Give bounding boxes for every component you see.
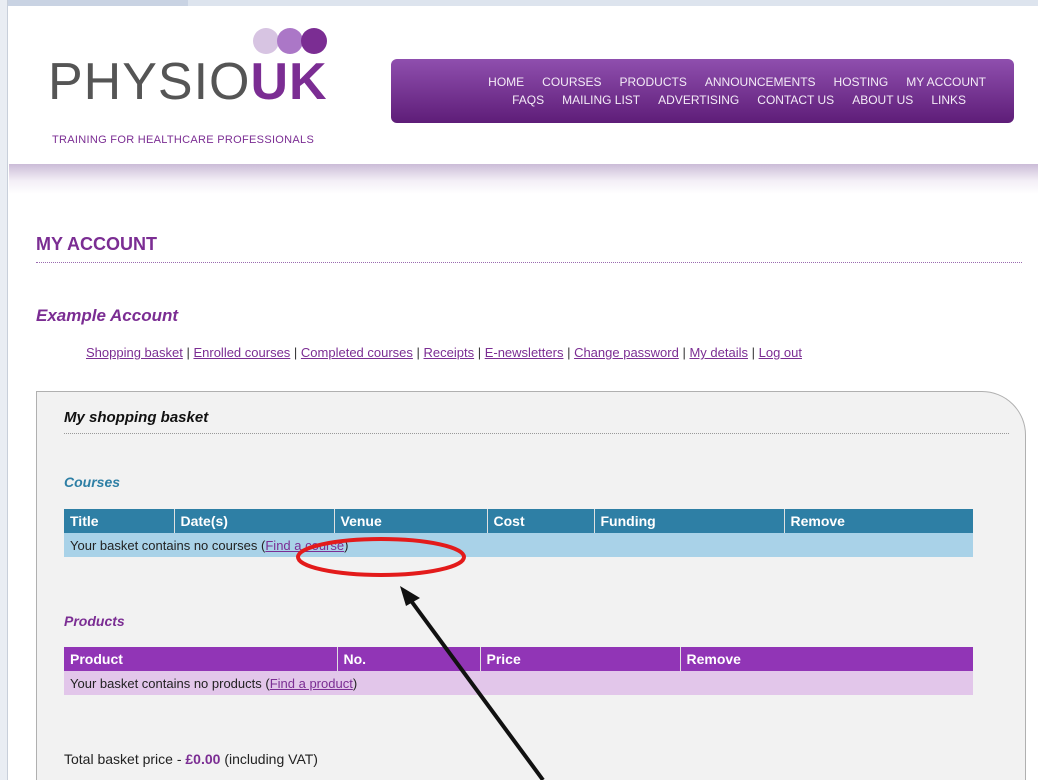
total-label: Total basket price -	[64, 751, 186, 767]
nav-faqs[interactable]: FAQS	[512, 93, 544, 111]
main-navigation: HOME COURSES PRODUCTS ANNOUNCEMENTS HOST…	[391, 59, 1014, 123]
products-section-label: Products	[64, 613, 125, 629]
nav-my-account[interactable]: MY ACCOUNT	[906, 75, 986, 93]
account-links-bar: Shopping basket | Enrolled courses | Com…	[86, 345, 802, 360]
total-amount: £0.00	[185, 751, 221, 767]
col-number: No.	[337, 647, 481, 671]
col-product: Product	[64, 647, 338, 671]
col-venue: Venue	[334, 509, 488, 533]
nav-announcements[interactable]: ANNOUNCEMENTS	[705, 75, 816, 93]
link-separator: |	[182, 345, 194, 360]
link-separator: |	[412, 345, 424, 360]
nav-about-us[interactable]: ABOUT US	[852, 93, 913, 111]
nav-links[interactable]: LINKS	[931, 93, 966, 111]
window-frame-left	[0, 0, 8, 780]
link-receipts[interactable]: Receipts	[424, 345, 475, 360]
link-separator: |	[290, 345, 301, 360]
logo-text-bold: UK	[250, 53, 328, 111]
courses-empty-message: Your basket contains no courses (Find a …	[64, 533, 973, 557]
nav-contact-us[interactable]: CONTACT US	[757, 93, 834, 111]
courses-header-row: Title Date(s) Venue Cost Funding Remove	[64, 509, 973, 533]
nav-advertising[interactable]: ADVERTISING	[658, 93, 739, 111]
products-header-row: Product No. Price Remove	[64, 647, 973, 671]
logo-dot-dark	[301, 28, 327, 54]
link-change-password[interactable]: Change password	[574, 345, 679, 360]
link-separator: |	[748, 345, 759, 360]
physiouk-logo[interactable]: PHYSIOUK TRAINING FOR HEALTHCARE PROFESS…	[48, 28, 368, 158]
header-gradient-band	[9, 164, 1038, 194]
page-title: MY ACCOUNT	[36, 234, 1022, 263]
nav-courses[interactable]: COURSES	[542, 75, 601, 93]
basket-title: My shopping basket	[64, 409, 1009, 434]
link-log-out[interactable]: Log out	[759, 345, 802, 360]
link-separator: |	[474, 345, 485, 360]
col-funding: Funding	[594, 509, 785, 533]
nav-hosting[interactable]: HOSTING	[834, 75, 889, 93]
courses-empty-row: Your basket contains no courses (Find a …	[64, 533, 973, 557]
link-separator: |	[563, 345, 575, 360]
nav-products[interactable]: PRODUCTS	[620, 75, 687, 93]
link-enrolled-courses[interactable]: Enrolled courses	[193, 345, 290, 360]
col-dates: Date(s)	[174, 509, 335, 533]
col-remove: Remove	[784, 509, 973, 533]
products-empty-row: Your basket contains no products (Find a…	[64, 671, 973, 695]
logo-dot-light	[253, 28, 279, 54]
account-name: Example Account	[36, 306, 179, 325]
link-separator: |	[678, 345, 690, 360]
logo-dot-mid	[277, 28, 303, 54]
nav-mailing-list[interactable]: MAILING LIST	[562, 93, 640, 111]
courses-table: Title Date(s) Venue Cost Funding Remove …	[64, 509, 973, 557]
products-empty-suffix: )	[352, 675, 358, 691]
col-price: Price	[480, 647, 681, 671]
logo-wordmark: PHYSIOUK	[48, 56, 328, 108]
col-title: Title	[64, 509, 175, 533]
find-a-product-link[interactable]: Find a product	[270, 676, 353, 691]
logo-tagline: TRAINING FOR HEALTHCARE PROFESSIONALS	[52, 134, 315, 146]
link-my-details[interactable]: My details	[689, 345, 748, 360]
courses-empty-text: Your basket contains no courses (	[70, 537, 266, 553]
basket-total: Total basket price - £0.00 (including VA…	[64, 751, 318, 767]
nav-row-2: FAQS MAILING LIST ADVERTISING CONTACT US…	[391, 93, 1014, 111]
total-vat-note: (including VAT)	[220, 751, 318, 767]
products-empty-text: Your basket contains no products (	[70, 675, 270, 691]
col-product-remove: Remove	[680, 647, 973, 671]
col-cost: Cost	[487, 509, 595, 533]
shopping-basket-panel: My shopping basket Courses Title Date(s)…	[36, 391, 1026, 780]
courses-section-label: Courses	[64, 474, 121, 490]
logo-text-light: PHYSIO	[48, 53, 251, 111]
link-e-newsletters[interactable]: E-newsletters	[485, 345, 564, 360]
link-completed-courses[interactable]: Completed courses	[301, 345, 413, 360]
products-table: Product No. Price Remove Your basket con…	[64, 647, 973, 695]
link-shopping-basket[interactable]: Shopping basket	[86, 345, 183, 360]
nav-home[interactable]: HOME	[488, 75, 524, 93]
products-empty-message: Your basket contains no products (Find a…	[64, 671, 973, 695]
nav-row-1: HOME COURSES PRODUCTS ANNOUNCEMENTS HOST…	[391, 75, 1014, 93]
courses-empty-suffix: )	[344, 537, 349, 553]
find-a-course-link[interactable]: Find a course	[265, 538, 344, 553]
